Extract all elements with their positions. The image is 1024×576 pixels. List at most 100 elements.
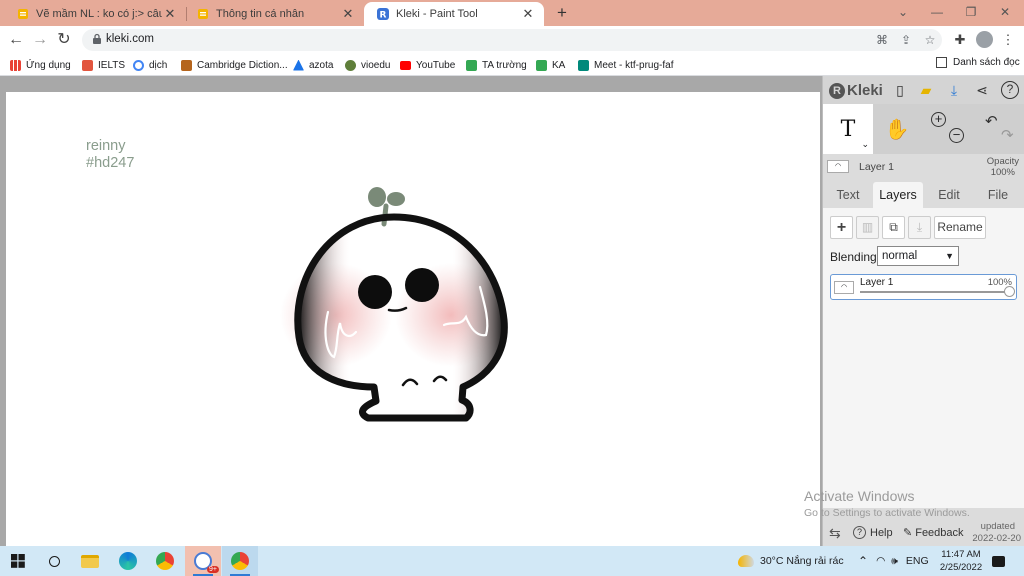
new-file-icon[interactable]: ▯ bbox=[891, 81, 909, 99]
delete-layer-button[interactable]: ▥ bbox=[856, 216, 879, 239]
edge-icon bbox=[119, 552, 137, 570]
reading-list[interactable]: Danh sách đọc bbox=[936, 57, 1020, 68]
close-tab-icon[interactable]: ✕ bbox=[162, 6, 178, 22]
bookmark-ielts[interactable]: IELTS bbox=[82, 57, 125, 73]
canvas-text: reinny #hd247 bbox=[86, 138, 134, 172]
swap-sides-icon[interactable]: ⇆ bbox=[829, 525, 841, 542]
zalo-button[interactable]: 9+ bbox=[185, 546, 221, 576]
open-folder-icon[interactable]: ▰ bbox=[917, 81, 935, 99]
bookmark-ka[interactable]: KA bbox=[536, 57, 565, 73]
chevron-up-icon[interactable]: ⌃ bbox=[858, 554, 868, 568]
start-button[interactable] bbox=[0, 546, 36, 576]
tab-layers[interactable]: Layers bbox=[873, 182, 923, 208]
blending-select[interactable]: normal ▼ bbox=[877, 246, 959, 266]
url-text: kleki.com bbox=[106, 33, 154, 45]
tab-ve-mam[interactable]: Vẽ mầm NL : ko có j:> câu hỏi 38 ✕ bbox=[4, 2, 186, 26]
menu-icon[interactable]: ⋮ bbox=[1000, 32, 1016, 48]
language-indicator[interactable]: ENG bbox=[906, 555, 929, 567]
bookmark-label: Ứng dụng bbox=[26, 59, 71, 71]
bookmark-youtube[interactable]: YouTube bbox=[400, 57, 455, 73]
meet-icon bbox=[578, 59, 589, 71]
kleki-tabs: Text Layers Edit File bbox=[823, 182, 1024, 208]
kleki-favicon-icon: R bbox=[376, 7, 390, 21]
share-page-icon[interactable]: ⇪ bbox=[899, 33, 913, 47]
bookmark-label: IELTS bbox=[98, 59, 126, 71]
bookmark-dich[interactable]: dịch bbox=[133, 57, 167, 73]
help-icon[interactable]: ? bbox=[1001, 81, 1019, 99]
add-layer-button[interactable]: + bbox=[830, 216, 853, 239]
zoom-out-icon[interactable]: − bbox=[949, 128, 964, 143]
address-bar[interactable]: kleki.com ⌘ ⇪ ☆ bbox=[82, 29, 942, 51]
redo-icon[interactable]: ↷ bbox=[1001, 126, 1014, 144]
bookmark-label: TA trường bbox=[482, 59, 527, 71]
restore-icon[interactable]: ❐ bbox=[956, 3, 986, 21]
download-icon[interactable]: ⤓ bbox=[945, 81, 963, 99]
feedback-label: Feedback bbox=[915, 527, 964, 539]
layer-opacity-slider[interactable] bbox=[860, 291, 1010, 293]
forward-icon[interactable]: → bbox=[30, 30, 50, 50]
tab-search-icon[interactable]: ⌄ bbox=[888, 3, 918, 21]
notifications-button[interactable] bbox=[992, 546, 1005, 576]
help-link[interactable]: ? Help bbox=[853, 526, 893, 539]
bookmark-azota[interactable]: azota bbox=[293, 57, 333, 73]
undo-icon[interactable]: ↶ bbox=[985, 112, 998, 130]
share-icon[interactable]: ⋖ bbox=[973, 81, 991, 99]
zoom-in-icon[interactable]: + bbox=[931, 112, 946, 127]
back-icon[interactable]: ← bbox=[6, 30, 26, 50]
tab-kleki[interactable]: R Kleki - Paint Tool ✕ bbox=[364, 2, 544, 26]
wifi-icon[interactable]: ◠ bbox=[876, 555, 885, 567]
edge-button[interactable] bbox=[110, 546, 146, 576]
bookmark-meet[interactable]: Meet - ktf-prug-faf bbox=[578, 57, 673, 73]
tab-file[interactable]: File bbox=[975, 182, 1021, 208]
file-explorer-button[interactable] bbox=[72, 546, 108, 576]
extensions-icon[interactable]: ✚ bbox=[952, 32, 968, 48]
drawing-canvas[interactable]: reinny #hd247 bbox=[6, 92, 820, 546]
bookmark-ta-truong[interactable]: TA trường bbox=[466, 57, 527, 73]
merge-down-button[interactable]: ⤓ bbox=[908, 216, 931, 239]
volume-icon[interactable]: 🕪 bbox=[891, 555, 898, 568]
minimize-icon[interactable]: — bbox=[922, 3, 952, 21]
hand-tool[interactable]: ✋ bbox=[873, 104, 921, 154]
vioedu-icon bbox=[345, 59, 356, 71]
current-layer-name: Layer 1 bbox=[859, 161, 895, 173]
reading-list-label: Danh sách đọc bbox=[953, 57, 1020, 68]
zoom-controls: + − bbox=[921, 104, 973, 154]
reload-icon[interactable]: ↻ bbox=[54, 30, 74, 50]
text-tool[interactable]: T ⌄ bbox=[823, 104, 873, 154]
layer-name: Layer 1 bbox=[860, 277, 894, 288]
close-window-icon[interactable]: ✕ bbox=[990, 3, 1020, 21]
bookmark-star-icon[interactable]: ☆ bbox=[923, 33, 937, 47]
new-tab-button[interactable]: + bbox=[552, 3, 572, 23]
bookmark-label: Cambridge Diction... bbox=[197, 59, 288, 71]
tab-thong-tin[interactable]: Thông tin cá nhân ✕ bbox=[184, 2, 364, 26]
tab-text[interactable]: Text bbox=[827, 182, 869, 208]
chrome-active-button[interactable] bbox=[222, 546, 258, 576]
chrome-button[interactable] bbox=[147, 546, 183, 576]
tab-edit[interactable]: Edit bbox=[927, 182, 971, 208]
duplicate-layer-button[interactable]: ⧉ bbox=[882, 216, 905, 239]
bookmark-apps[interactable]: Ứng dụng bbox=[10, 57, 71, 73]
layer-list-item[interactable]: ◠ Layer 1 100% bbox=[830, 274, 1017, 300]
close-tab-icon[interactable]: ✕ bbox=[340, 6, 356, 22]
layer-opacity-handle[interactable] bbox=[1004, 286, 1015, 297]
bookmark-vioedu[interactable]: vioedu bbox=[345, 57, 390, 73]
profile-avatar[interactable] bbox=[976, 31, 993, 48]
pencil-icon: ✎ bbox=[903, 527, 913, 539]
search-button[interactable] bbox=[36, 546, 72, 576]
tab-title: Kleki - Paint Tool bbox=[396, 8, 478, 20]
opacity-label: Opacity bbox=[986, 156, 1019, 167]
bookmark-label: azota bbox=[309, 59, 334, 71]
kleki-page: reinny #hd247 R Kleki ▯ ▰ ⤓ ⋖ ? T ⌄ ✋ + … bbox=[0, 76, 1024, 546]
kleki-logo[interactable]: R Kleki bbox=[829, 82, 883, 99]
bookmarks-bar: Ứng dụng IELTS dịch Cambridge Diction...… bbox=[0, 54, 1024, 76]
clock[interactable]: 11:47 AM 2/25/2022 bbox=[938, 546, 984, 576]
translate-icon[interactable]: ⌘ bbox=[875, 33, 889, 47]
youtube-icon bbox=[400, 60, 411, 70]
rename-button[interactable]: Rename bbox=[934, 216, 986, 239]
bookmark-cambridge[interactable]: Cambridge Diction... bbox=[181, 57, 288, 73]
feedback-link[interactable]: ✎ Feedback bbox=[903, 526, 964, 539]
tab-title: Thông tin cá nhân bbox=[216, 8, 305, 20]
close-tab-icon[interactable]: ✕ bbox=[520, 6, 536, 22]
weather-widget[interactable]: 30°C Nắng rải rác bbox=[738, 546, 844, 576]
reading-list-icon bbox=[936, 57, 947, 68]
